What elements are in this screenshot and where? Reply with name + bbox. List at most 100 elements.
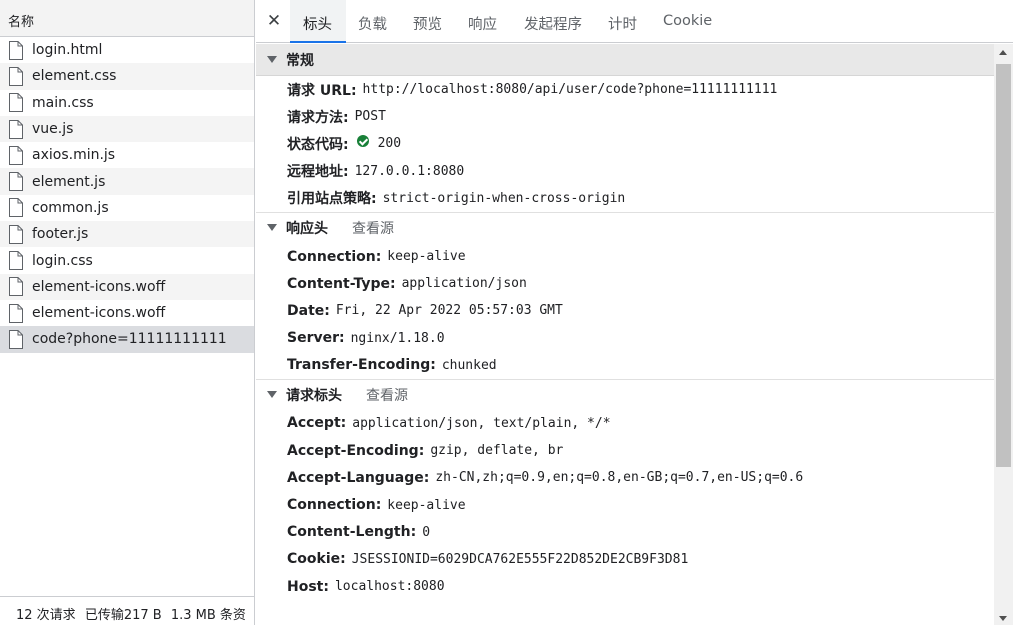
- vertical-scrollbar[interactable]: [994, 44, 1013, 625]
- file-document-icon: [8, 251, 24, 271]
- header-row: Date: Fri, 22 Apr 2022 05:57:03 GMT: [256, 297, 994, 324]
- header-row: Accept-Encoding: gzip, deflate, br: [256, 437, 994, 464]
- header-value[interactable]: Fri, 22 Apr 2022 05:57:03 GMT: [336, 303, 563, 318]
- general-rows: 请求 URL: http://localhost:8080/api/user/co…: [256, 76, 994, 212]
- header-key: 请求 URL:: [287, 82, 357, 99]
- request-name: vue.js: [32, 121, 74, 138]
- close-icon[interactable]: ✕: [264, 11, 284, 31]
- request-name: login.css: [32, 252, 93, 269]
- header-row: Host: localhost:8080: [256, 573, 994, 600]
- header-row: Accept: application/json, text/plain, */*: [256, 410, 994, 437]
- request-headers-section-header[interactable]: 请求标头 查看源: [256, 380, 994, 410]
- name-column-header[interactable]: 名称: [0, 0, 254, 37]
- request-list-item[interactable]: code?phone=11111111111: [0, 326, 254, 353]
- header-key: 远程地址:: [287, 164, 349, 181]
- header-row: 请求方法: POST: [256, 103, 994, 130]
- request-list-item[interactable]: login.css: [0, 247, 254, 273]
- expand-triangle-icon: [267, 56, 277, 63]
- request-list-item[interactable]: element-icons.woff: [0, 273, 254, 300]
- response-headers-section-header[interactable]: 响应头 查看源: [256, 213, 994, 243]
- header-value[interactable]: nginx/1.18.0: [351, 331, 445, 346]
- file-document-icon: [8, 303, 24, 323]
- request-list-item[interactable]: vue.js: [0, 115, 254, 143]
- header-row: Content-Type: application/json: [256, 270, 994, 297]
- request-list-item[interactable]: element.css: [0, 63, 254, 90]
- header-key: Content-Type:: [287, 275, 396, 292]
- tab-0[interactable]: 标头: [290, 0, 346, 43]
- header-row: Transfer-Encoding: chunked: [256, 352, 994, 379]
- header-value[interactable]: keep-alive: [387, 249, 465, 264]
- header-value[interactable]: POST: [355, 109, 386, 124]
- header-key: Accept:: [287, 415, 347, 432]
- header-value[interactable]: keep-alive: [387, 498, 465, 513]
- request-list-item[interactable]: main.css: [0, 90, 254, 116]
- header-row: Content-Length: 0: [256, 519, 994, 546]
- request-list-panel: 名称 login.html element.css main.css vue.js ax…: [0, 0, 255, 625]
- network-status-bar: 12 次请求 已传输217 B 1.3 MB 条资: [0, 596, 254, 625]
- header-key: Server:: [287, 330, 345, 347]
- header-key: Host:: [287, 578, 329, 595]
- header-key: Cookie:: [287, 551, 346, 568]
- header-value[interactable]: gzip, deflate, br: [430, 443, 563, 458]
- status-ok-icon: [356, 134, 369, 147]
- request-list-item[interactable]: axios.min.js: [0, 142, 254, 168]
- request-name: main.css: [32, 94, 94, 111]
- request-list-item[interactable]: common.js: [0, 195, 254, 221]
- header-key: Accept-Encoding:: [287, 442, 425, 459]
- request-list-item[interactable]: footer.js: [0, 221, 254, 248]
- header-row: Cookie: JSESSIONID=6029DCA762E555F22D852D…: [256, 546, 994, 573]
- header-row: Server: nginx/1.18.0: [256, 325, 994, 352]
- tab-4[interactable]: 发起程序: [512, 0, 587, 42]
- tab-6[interactable]: Cookie: [651, 0, 719, 42]
- request-headers-title: 请求标头: [286, 387, 342, 404]
- tab-3[interactable]: 响应: [456, 0, 501, 42]
- scroll-up-arrow-icon[interactable]: [999, 50, 1007, 55]
- request-list-item[interactable]: login.html: [0, 37, 254, 63]
- request-name: element-icons.woff: [32, 278, 166, 295]
- general-section-title: 常规: [286, 52, 314, 69]
- header-value[interactable]: strict-origin-when-cross-origin: [383, 191, 626, 206]
- request-name: footer.js: [32, 226, 89, 243]
- request-list-item[interactable]: element.js: [0, 168, 254, 195]
- header-value[interactable]: 0: [422, 525, 430, 540]
- header-value[interactable]: chunked: [442, 358, 497, 373]
- header-value[interactable]: 127.0.0.1:8080: [355, 164, 465, 179]
- file-document-icon: [8, 40, 24, 60]
- header-value[interactable]: localhost:8080: [335, 579, 445, 594]
- detail-tabbar: ✕ 标头 负载 预览 响应 发起程序 计时 Cookie: [256, 0, 1013, 43]
- file-document-icon: [8, 145, 24, 165]
- request-name: common.js: [32, 199, 109, 216]
- tab-5[interactable]: 计时: [596, 0, 641, 42]
- request-list: login.html element.css main.css vue.js axios…: [0, 37, 254, 353]
- file-document-icon: [8, 198, 24, 218]
- resources-size: 1.3 MB 条资: [170, 608, 246, 623]
- header-key: 状态代码:: [287, 136, 349, 153]
- request-view-source-link[interactable]: 查看源: [366, 385, 408, 405]
- general-section-header[interactable]: 常规: [256, 44, 994, 76]
- file-document-icon: [8, 277, 24, 297]
- header-key: Content-Length:: [287, 524, 417, 541]
- header-row: 引用站点策略: strict-origin-when-cross-origin: [256, 185, 994, 212]
- scroll-thumb[interactable]: [996, 64, 1011, 467]
- header-value[interactable]: application/json: [402, 276, 527, 291]
- header-value[interactable]: http://localhost:8080/api/user/code?phon…: [363, 82, 778, 97]
- header-value[interactable]: JSESSIONID=6029DCA762E555F22D852DE2CB9F3…: [352, 552, 689, 567]
- request-count: 12 次请求: [16, 608, 76, 623]
- tab-1[interactable]: 负载: [346, 0, 391, 42]
- header-row: 请求 URL: http://localhost:8080/api/user/co…: [256, 76, 994, 103]
- request-name: element.css: [32, 68, 117, 85]
- scroll-down-arrow-icon[interactable]: [999, 616, 1007, 621]
- header-key: Transfer-Encoding:: [287, 357, 436, 374]
- transferred-size: 已传输217 B: [84, 608, 162, 623]
- request-list-item[interactable]: element-icons.woff: [0, 300, 254, 326]
- tab-2[interactable]: 预览: [401, 0, 446, 42]
- header-row: Connection: keep-alive: [256, 491, 994, 518]
- headers-content: 常规 请求 URL: http://localhost:8080/api/user…: [256, 44, 994, 625]
- header-value[interactable]: application/json, text/plain, */*: [352, 416, 610, 431]
- header-key: Connection:: [287, 248, 382, 265]
- request-name: code?phone=11111111111: [32, 331, 227, 348]
- header-value[interactable]: zh-CN,zh;q=0.9,en;q=0.8,en-GB;q=0.7,en-U…: [435, 470, 803, 485]
- header-value[interactable]: 200: [378, 136, 401, 151]
- response-view-source-link[interactable]: 查看源: [352, 218, 394, 238]
- file-document-icon: [8, 66, 24, 86]
